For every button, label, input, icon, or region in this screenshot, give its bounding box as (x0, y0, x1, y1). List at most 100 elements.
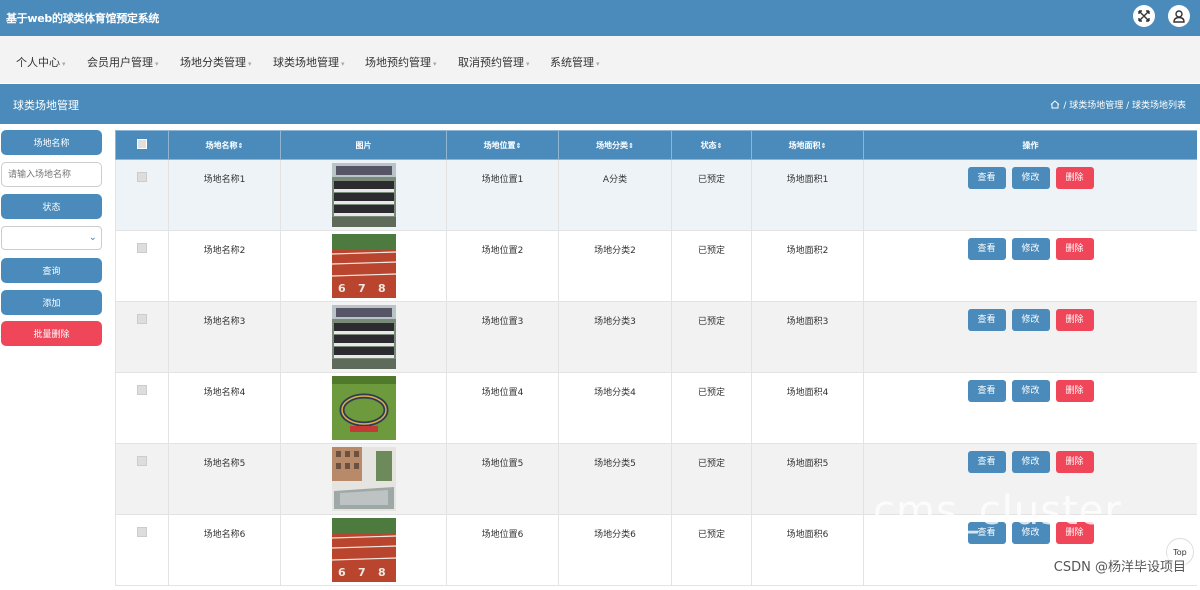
venue-image-cell: 678 (280, 514, 447, 586)
venue-location-cell: 场地位置3 (446, 301, 559, 373)
top-bar: 基于web的球类体育馆预定系统 (0, 0, 1200, 36)
edit-button[interactable]: 修改 (1011, 238, 1050, 260)
delete-button[interactable]: 删除 (1055, 238, 1094, 260)
venue-name-cell: 场地名称6 (168, 514, 281, 586)
select-all-checkbox[interactable] (137, 139, 147, 149)
table-row: 场地名称2 6 7 8 场地位置2 场地分类2 已预定 场地面积2 查看 修改 删除 (115, 230, 1197, 302)
sort-icon[interactable]: ⇕ (717, 142, 723, 150)
view-button[interactable]: 查看 (967, 309, 1006, 331)
view-button[interactable]: 查看 (967, 238, 1006, 260)
chevron-down-icon: ▾ (433, 60, 437, 68)
venue-category-cell: 场地分类3 (558, 301, 672, 373)
menu-item-venue-category[interactable]: 场地分类管理 ▾ (180, 54, 252, 70)
chevron-down-icon: ▾ (62, 60, 66, 68)
venue-photo[interactable]: 678 (331, 234, 396, 301)
column-header-category[interactable]: 场地分类⇕ (558, 130, 672, 160)
table-row: 场地名称4 场地位置4 场地分类4 已预定 场地面积4 查看 修改 删除 (115, 372, 1197, 444)
source-watermark: CSDN @杨洋毕设项目 (1053, 556, 1186, 575)
menu-item-system[interactable]: 系统管理 ▾ (550, 54, 600, 70)
venue-location-cell: 场地位置2 (446, 230, 559, 302)
row-checkbox[interactable] (137, 243, 147, 253)
menu-item-ball-venues[interactable]: 球类场地管理 ▾ (273, 54, 345, 70)
row-checkbox[interactable] (137, 527, 147, 537)
sort-icon[interactable]: ⇕ (628, 142, 634, 150)
delete-button[interactable]: 删除 (1055, 309, 1094, 331)
table-row: 场地名称3 场地位置3 场地分类3 已预定 场地面积3 查看 修改 删除 (115, 301, 1197, 373)
row-checkbox[interactable] (137, 314, 147, 324)
batch-delete-button[interactable]: 批量删除 (1, 321, 102, 346)
chevron-down-icon: ▾ (526, 60, 530, 68)
edit-button[interactable]: 修改 (1011, 309, 1050, 331)
venue-status-cell: 已预定 (671, 514, 752, 586)
table-row: 场地名称1 场地位置1 A分类 已预定 场地面积1 查看 修改 删除 (115, 159, 1197, 231)
user-icon[interactable] (1168, 5, 1190, 27)
venue-area-cell: 场地面积6 (751, 514, 864, 586)
menu-item-personal-center[interactable]: 个人中心 ▾ (16, 54, 66, 70)
venue-image-cell (280, 443, 447, 515)
select-all-cell (115, 130, 169, 160)
row-select-cell (115, 301, 169, 373)
home-icon[interactable] (1050, 100, 1060, 109)
venue-area-cell: 场地面积3 (751, 301, 864, 373)
venue-location-cell: 场地位置5 (446, 443, 559, 515)
column-header-status[interactable]: 状态⇕ (671, 130, 752, 160)
venue-photo[interactable] (331, 305, 396, 372)
breadcrumb-path[interactable]: / 球类场地管理 / 球类场地列表 (1063, 101, 1186, 111)
edit-button[interactable]: 修改 (1011, 167, 1050, 189)
chevron-down-icon: ▾ (248, 60, 252, 68)
venue-photo[interactable]: 678 (331, 518, 396, 585)
column-header-location[interactable]: 场地位置⇕ (446, 130, 559, 160)
query-button[interactable]: 查询 (1, 258, 102, 283)
row-select-cell (115, 230, 169, 302)
venue-name-cell: 场地名称3 (168, 301, 281, 373)
svg-text:8: 8 (378, 282, 386, 295)
venue-image-cell (280, 159, 447, 231)
venue-photo[interactable] (331, 163, 396, 230)
row-checkbox[interactable] (137, 385, 147, 395)
venue-image-cell (280, 372, 447, 444)
status-select[interactable]: ⌄ (1, 226, 102, 250)
row-select-cell (115, 159, 169, 231)
page-header: 球类场地管理 / 球类场地管理 / 球类场地列表 (0, 84, 1200, 124)
menu-item-cancel-booking[interactable]: 取消预约管理 ▾ (458, 54, 530, 70)
venue-name-cell: 场地名称5 (168, 443, 281, 515)
menu-item-member-users[interactable]: 会员用户管理 ▾ (87, 54, 159, 70)
sort-icon[interactable]: ⇕ (821, 142, 827, 150)
delete-button[interactable]: 删除 (1055, 380, 1094, 402)
venue-status-cell: 已预定 (671, 372, 752, 444)
edit-button[interactable]: 修改 (1011, 380, 1050, 402)
column-header-name[interactable]: 场地名称⇕ (168, 130, 281, 160)
name-filter-label: 场地名称 (1, 130, 102, 155)
row-checkbox[interactable] (137, 456, 147, 466)
venue-category-cell: 场地分类4 (558, 372, 672, 444)
page-title: 球类场地管理 (13, 99, 79, 112)
venue-category-cell: 场地分类5 (558, 443, 672, 515)
actions-cell: 查看 修改 删除 (863, 372, 1197, 444)
delete-button[interactable]: 删除 (1055, 451, 1094, 473)
fullscreen-icon[interactable] (1133, 5, 1155, 27)
column-header-image: 图片 (280, 130, 447, 160)
menu-item-venue-booking[interactable]: 场地预约管理 ▾ (365, 54, 437, 70)
svg-text:6: 6 (338, 566, 346, 579)
venue-name-cell: 场地名称2 (168, 230, 281, 302)
venue-name-cell: 场地名称4 (168, 372, 281, 444)
sort-icon[interactable]: ⇕ (516, 142, 522, 150)
actions-cell: 查看 修改 删除 (863, 301, 1197, 373)
venue-photo[interactable] (331, 447, 396, 514)
row-checkbox[interactable] (137, 172, 147, 182)
view-button[interactable]: 查看 (967, 167, 1006, 189)
name-search-input[interactable] (1, 162, 102, 187)
venue-status-cell: 已预定 (671, 159, 752, 231)
venue-category-cell: A分类 (558, 159, 672, 231)
column-header-area[interactable]: 场地面积⇕ (751, 130, 864, 160)
venue-location-cell: 场地位置4 (446, 372, 559, 444)
venue-area-cell: 场地面积4 (751, 372, 864, 444)
add-button[interactable]: 添加 (1, 290, 102, 315)
delete-button[interactable]: 删除 (1055, 167, 1094, 189)
edit-button[interactable]: 修改 (1011, 451, 1050, 473)
sort-icon[interactable]: ⇕ (238, 142, 244, 150)
view-button[interactable]: 查看 (967, 380, 1006, 402)
venue-photo[interactable] (331, 376, 396, 443)
view-button[interactable]: 查看 (967, 451, 1006, 473)
venue-status-cell: 已预定 (671, 301, 752, 373)
